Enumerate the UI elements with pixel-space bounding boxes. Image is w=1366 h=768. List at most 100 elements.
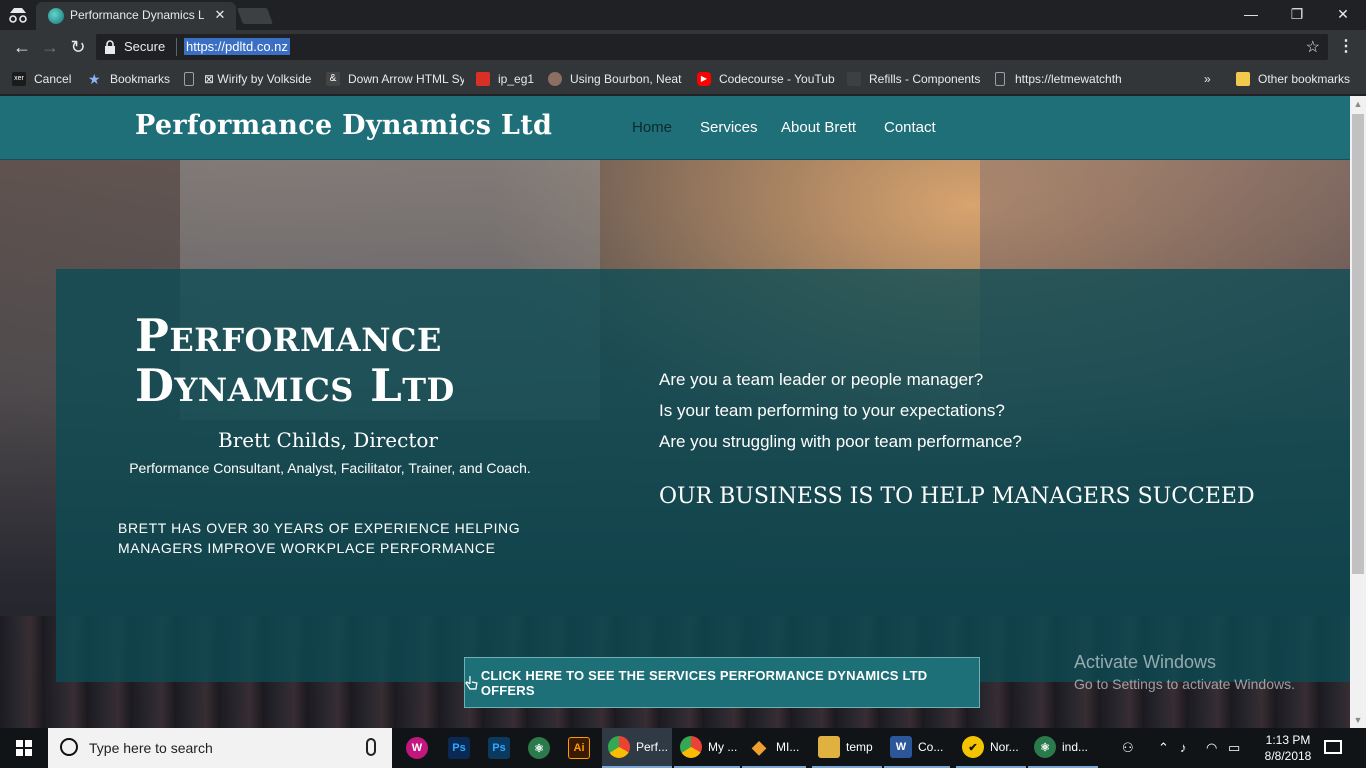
taskbar-app[interactable]: W — [400, 728, 436, 768]
webstorm-icon: W — [406, 737, 428, 759]
bookmark-star-icon[interactable]: ☆ — [1306, 37, 1320, 57]
atom-icon: ⚛ — [1034, 736, 1056, 758]
norton-icon: ✔ — [962, 736, 984, 758]
volume-icon[interactable]: ♪ — [1180, 740, 1187, 755]
taskbar-app-git[interactable]: ◆ MI... — [742, 728, 806, 768]
browser-menu-icon[interactable]: ⋮ — [1338, 36, 1354, 56]
reload-icon[interactable]: ↻ — [68, 37, 88, 57]
hand-pointer-icon — [465, 675, 478, 690]
taskbar-search[interactable]: Type here to search — [48, 728, 392, 768]
taskbar-app-label: temp — [846, 740, 873, 754]
youtube-icon: ▶ — [697, 72, 711, 86]
address-bar[interactable]: Secure https://pdltd.co.nz ☆ — [96, 34, 1328, 60]
word-icon: W — [890, 736, 912, 758]
back-arrow-icon[interactable]: ← — [12, 37, 32, 57]
bookmark-label: ip_eg1 — [498, 72, 535, 86]
search-icon — [60, 738, 78, 756]
lock-icon — [105, 40, 115, 54]
activate-windows-watermark: Activate Windows Go to Settings to activ… — [1074, 652, 1295, 692]
atom-icon: ⚛ — [528, 737, 550, 759]
bookmark-item[interactable]: xer Cancel — [12, 71, 78, 87]
taskbar-clock[interactable]: 1:13 PM 8/8/2018 — [1256, 732, 1320, 764]
nav-contact[interactable]: Contact — [884, 119, 936, 136]
start-button[interactable] — [0, 728, 48, 768]
bookmark-item[interactable]: Using Bourbon, Neat — [548, 71, 686, 87]
bookmark-item[interactable]: ⊠ Wirify by Volkside — [184, 71, 318, 87]
photoshop-icon: Ps — [488, 737, 510, 759]
bookmark-label: Codecourse - YouTub — [719, 72, 835, 86]
bookmark-label: Cancel — [34, 72, 72, 86]
more-bookmarks-icon[interactable]: » — [1204, 71, 1218, 87]
services-cta-button[interactable]: CLICK HERE TO SEE THE SERVICES PERFORMAN… — [464, 657, 980, 708]
close-window-button[interactable]: ✕ — [1320, 0, 1366, 28]
taskbar-app-label: Co... — [918, 740, 944, 754]
ampersand-icon: & — [326, 72, 340, 86]
microphone-icon[interactable] — [366, 738, 376, 756]
bookmark-item[interactable]: https://letmewatchth — [995, 71, 1131, 87]
taskbar-app[interactable]: Ai — [562, 728, 598, 768]
taskbar-app-explorer[interactable]: temp — [812, 728, 882, 768]
new-tab-button[interactable] — [237, 8, 273, 24]
url-text[interactable]: https://pdltd.co.nz — [184, 38, 290, 55]
taskbar-app-chrome[interactable]: My ... — [674, 728, 740, 768]
experience-statement: BRETT HAS OVER 30 YEARS OF EXPERIENCE HE… — [118, 520, 521, 556]
folder-icon — [1236, 72, 1250, 86]
minimize-button[interactable]: — — [1228, 0, 1274, 28]
bookmark-item[interactable]: ip_eg1 — [476, 71, 540, 87]
nav-home[interactable]: Home — [632, 119, 672, 136]
tab-close-icon[interactable]: ✕ — [212, 6, 228, 24]
taskbar-app-label: Perf... — [636, 740, 669, 754]
site-header: Performance Dynamics Ltd Home Services A… — [0, 96, 1350, 160]
chrome-icon — [680, 736, 702, 758]
taskbar-app-label: MI... — [776, 740, 800, 754]
star-icon: ★ — [88, 71, 101, 87]
activate-subtitle: Go to Settings to activate Windows. — [1074, 676, 1295, 692]
clock-time: 1:13 PM — [1265, 733, 1311, 747]
taskbar-app-atom[interactable]: ⚛ ind... — [1028, 728, 1098, 768]
hero-title: Performance Dynamics Ltd — [135, 309, 455, 412]
question-item: Are you a team leader or people manager? — [659, 370, 984, 389]
action-center-icon[interactable] — [1324, 740, 1342, 754]
maximize-button[interactable]: ❐ — [1274, 0, 1320, 28]
question-list: Are you a team leader or people manager?… — [659, 364, 1259, 457]
bookmarks-bar: xer Cancel ★ Bookmarks ⊠ Wirify by Volks… — [0, 64, 1366, 94]
bookmark-label: Refills - Components — [869, 72, 981, 86]
wifi-icon[interactable]: ◠ — [1206, 740, 1217, 756]
taskbar-app-norton[interactable]: ✔ Nor... — [956, 728, 1026, 768]
taskbar-app[interactable]: Ps — [442, 728, 478, 768]
scroll-thumb[interactable] — [1352, 114, 1364, 574]
page-icon — [995, 72, 1005, 86]
bookmark-label: Using Bourbon, Neat — [570, 72, 682, 86]
bookmark-item[interactable]: Refills - Components — [847, 71, 987, 87]
other-bookmarks[interactable]: Other bookmarks — [1236, 71, 1360, 87]
taskbar-app-label: ind... — [1062, 740, 1089, 754]
xer-icon: xer — [12, 72, 26, 86]
clock-date: 8/8/2018 — [1264, 749, 1312, 763]
bookmark-item[interactable]: & Down Arrow HTML Sy — [326, 71, 464, 87]
tab-title: Performance Dynamics Lt — [70, 8, 204, 22]
page-scrollbar[interactable]: ▲ ▼ — [1350, 96, 1366, 728]
taskbar-app-word[interactable]: W Co... — [884, 728, 950, 768]
people-icon[interactable]: ⚇ — [1122, 740, 1134, 756]
site-logo[interactable]: Performance Dynamics Ltd — [135, 110, 552, 141]
battery-icon[interactable]: ▭ — [1228, 740, 1240, 756]
activate-title: Activate Windows — [1074, 652, 1217, 672]
windows-logo-icon — [16, 740, 32, 756]
browser-tab[interactable]: Performance Dynamics Lt ✕ — [36, 2, 236, 30]
forward-arrow-icon[interactable]: → — [40, 37, 60, 57]
taskbar-app-chrome-performance[interactable]: Perf... — [602, 728, 672, 768]
bookmark-item[interactable]: ★ Bookmarks — [88, 71, 174, 87]
taskbar-app[interactable]: Ps — [482, 728, 518, 768]
incognito-icon — [9, 8, 27, 23]
windows-taskbar: Type here to search W Ps Ps ⚛ Ai Perf...… — [0, 728, 1366, 768]
refills-icon — [847, 72, 861, 86]
folder-icon — [818, 736, 840, 758]
tray-chevron-up-icon[interactable]: ⌃ — [1158, 740, 1169, 756]
bookmark-item[interactable]: ▶ Codecourse - YouTub — [697, 71, 837, 87]
taskbar-app[interactable]: ⚛ — [522, 728, 558, 768]
bookmark-label: Down Arrow HTML Sy — [348, 72, 464, 86]
nav-services[interactable]: Services — [700, 119, 758, 136]
scroll-down-icon[interactable]: ▼ — [1350, 712, 1366, 728]
nav-about-brett[interactable]: About Brett — [781, 119, 856, 136]
scroll-up-icon[interactable]: ▲ — [1350, 96, 1366, 112]
